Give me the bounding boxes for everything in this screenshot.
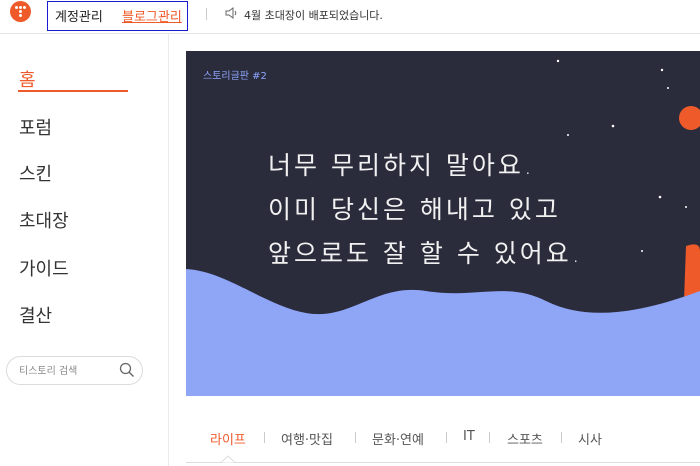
- search-icon[interactable]: [119, 362, 135, 378]
- sidebar-item-skin[interactable]: 스킨: [19, 160, 52, 186]
- tistory-logo-icon[interactable]: [10, 1, 31, 22]
- tab-sports[interactable]: 스포츠: [507, 429, 543, 448]
- divider: [206, 8, 207, 20]
- banner-text-line-1: 너무 무리하지 말아요.: [268, 151, 535, 180]
- tabs-baseline: [186, 462, 700, 463]
- top-bar-divider: [0, 33, 700, 34]
- banner-label: 스토리글판 #2: [203, 71, 267, 82]
- banner-text-line-3: 앞으로도 잘 할 수 있어요.: [268, 239, 583, 268]
- sidebar-item-guide[interactable]: 가이드: [19, 255, 69, 281]
- story-banner[interactable]: 스토리글판 #2 너무 무리하지 말아요. 이미 당신은 해내고 있고 앞으로도…: [186, 51, 700, 396]
- tab-culture-entertainment[interactable]: 문화·연예: [372, 429, 424, 448]
- active-tab-caret-icon: [221, 455, 235, 463]
- tab-travel-food[interactable]: 여행·맛집: [281, 429, 333, 448]
- sidebar-item-forum[interactable]: 포럼: [19, 114, 52, 140]
- active-underline: [18, 90, 128, 92]
- tab-life[interactable]: 라이프: [210, 429, 246, 448]
- search-box: [6, 356, 143, 385]
- tab-current-affairs[interactable]: 시사: [578, 429, 602, 448]
- blog-management-link[interactable]: 블로그관리: [122, 6, 182, 25]
- tab-separator: [446, 432, 447, 443]
- sidebar-item-invitation[interactable]: 초대장: [19, 207, 69, 233]
- tab-separator: [264, 432, 265, 443]
- tab-it[interactable]: IT: [463, 429, 475, 444]
- speaker-icon: [225, 7, 237, 19]
- sidebar-item-home[interactable]: 홈: [19, 66, 36, 92]
- tab-separator: [561, 432, 562, 443]
- tab-separator: [355, 432, 356, 443]
- account-management-link[interactable]: 계정관리: [55, 6, 103, 25]
- tab-separator: [489, 432, 490, 443]
- banner-text-line-2: 이미 당신은 해내고 있고: [268, 195, 561, 224]
- top-bar: 계정관리 블로그관리 4월 초대장이 배포되었습니다.: [0, 0, 700, 33]
- search-input[interactable]: [19, 363, 111, 379]
- sidebar-item-settlement[interactable]: 결산: [19, 302, 52, 328]
- notice-text[interactable]: 4월 초대장이 배포되었습니다.: [244, 7, 383, 23]
- sidebar-separator: [168, 34, 169, 466]
